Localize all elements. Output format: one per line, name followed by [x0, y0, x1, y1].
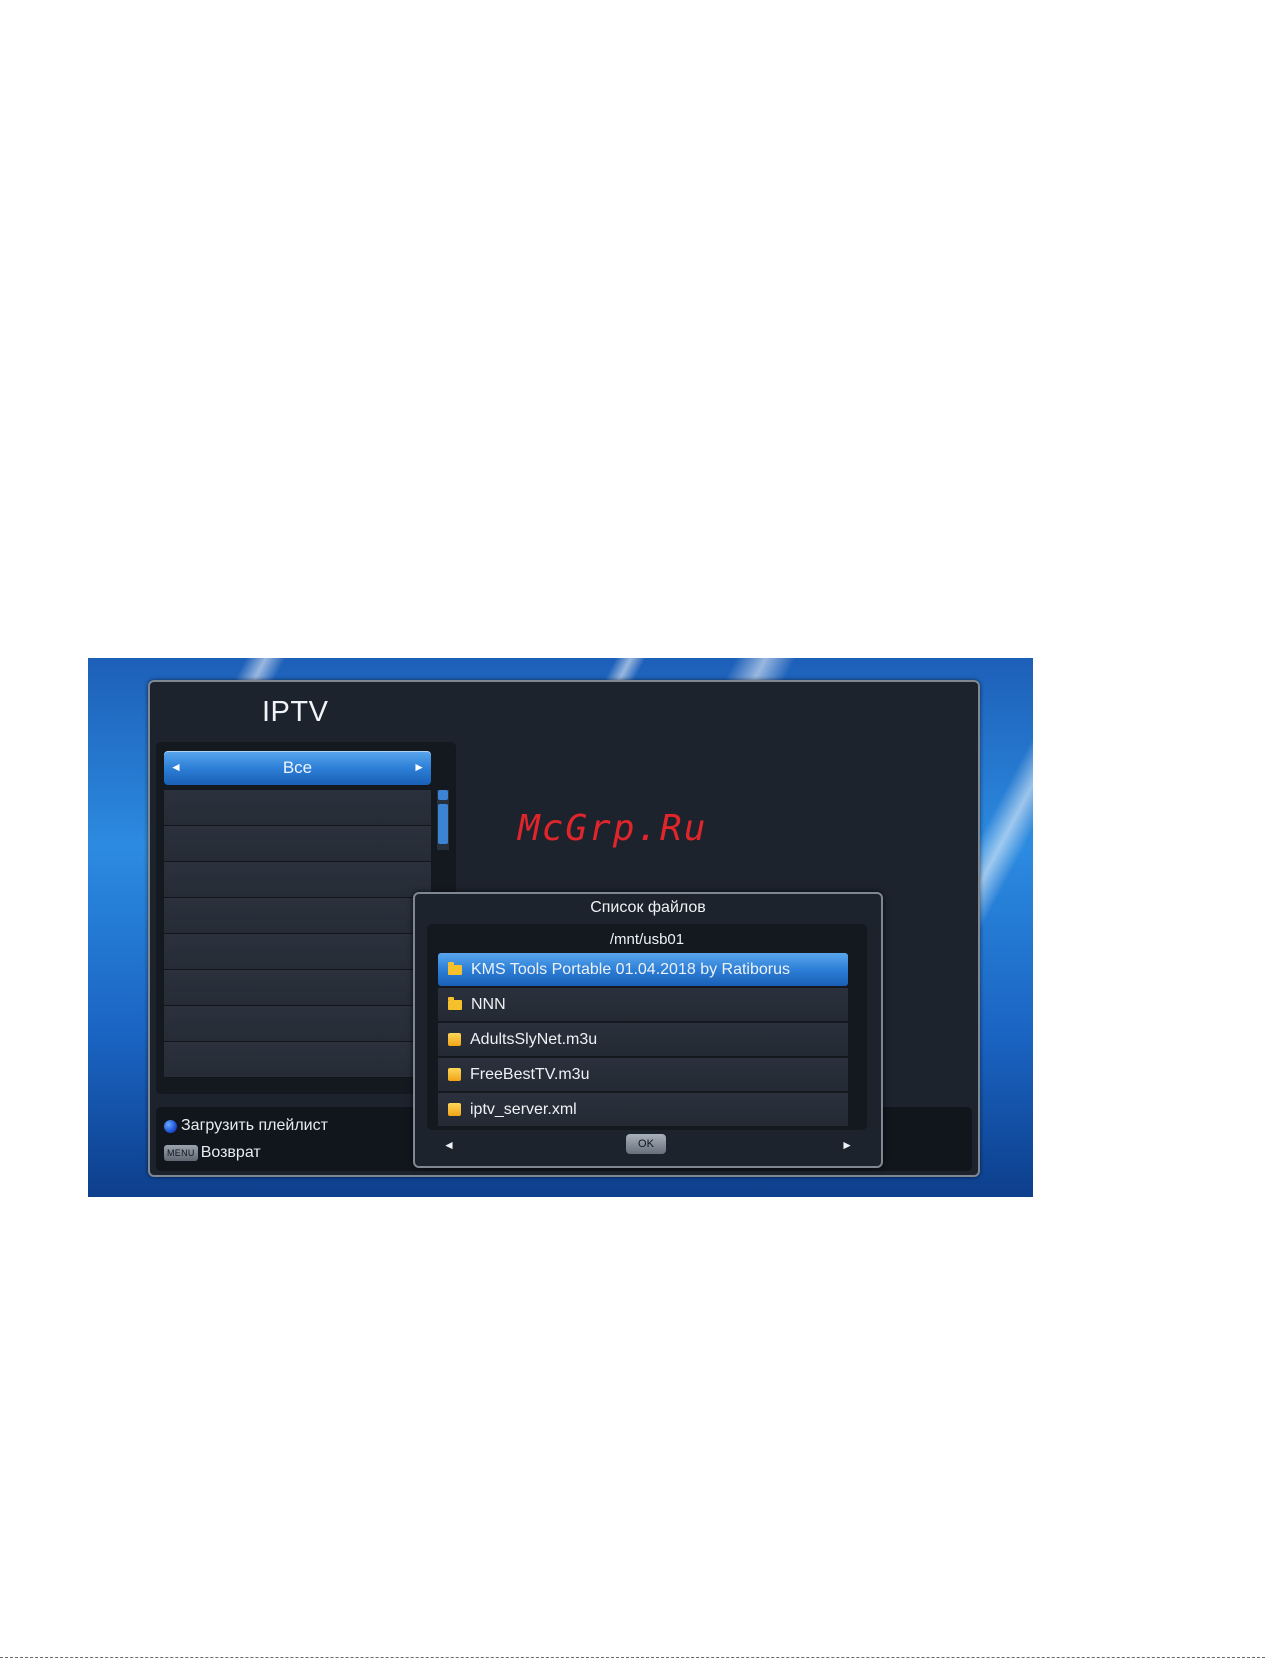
page-left-icon[interactable]: ◄: [443, 1138, 455, 1152]
channel-row[interactable]: [164, 898, 431, 934]
channel-row[interactable]: [164, 1042, 431, 1078]
group-selector[interactable]: ◄ Все ►: [164, 751, 431, 785]
file-name: NNN: [471, 995, 506, 1013]
group-selector-value: Все: [282, 758, 313, 777]
arrow-right-icon[interactable]: ►: [413, 760, 425, 774]
channel-row[interactable]: [164, 934, 431, 970]
file-list-dialog: Список файлов /mnt/usb01 KMS Tools Porta…: [413, 892, 883, 1168]
folder-icon: [448, 996, 462, 1010]
file-list-item[interactable]: AdultsSlyNet.m3u: [438, 1023, 848, 1056]
channel-row[interactable]: [164, 826, 431, 862]
channel-row[interactable]: [164, 790, 431, 826]
channel-list-box: ◄ Все ►: [156, 742, 456, 1094]
file-list-item[interactable]: KMS Tools Portable 01.04.2018 by Ratibor…: [438, 953, 848, 986]
page-bottom-rule: [0, 1657, 1265, 1658]
file-list-item[interactable]: iptv_server.xml: [438, 1093, 848, 1126]
file-list-item[interactable]: NNN: [438, 988, 848, 1021]
hint-load-playlist[interactable]: Загрузить плейлист: [164, 1117, 328, 1135]
watermark: McGrp.Ru: [518, 808, 708, 849]
scroll-up-icon[interactable]: [438, 790, 448, 800]
hint-back[interactable]: MENU Возврат: [164, 1144, 261, 1162]
file-list-box: /mnt/usb01 KMS Tools Portable 01.04.2018…: [427, 924, 867, 1130]
page-title: IPTV: [262, 696, 329, 728]
file-icon: [448, 1033, 461, 1046]
file-name: KMS Tools Portable 01.04.2018 by Ratibor…: [471, 960, 791, 978]
file-icon: [448, 1103, 461, 1116]
channel-row[interactable]: [164, 862, 431, 898]
channel-row[interactable]: [164, 1006, 431, 1042]
file-name: iptv_server.xml: [470, 1100, 577, 1118]
file-name: FreeBestTV.m3u: [470, 1065, 590, 1083]
page-right-icon[interactable]: ►: [841, 1138, 853, 1152]
folder-icon: [448, 961, 462, 975]
dialog-title: Список файлов: [590, 899, 706, 916]
channel-row[interactable]: [164, 970, 431, 1006]
hint-load-playlist-label: Загрузить плейлист: [181, 1117, 328, 1134]
menu-key-icon: MENU: [164, 1145, 198, 1161]
channel-list: [164, 790, 431, 1078]
scroll-thumb[interactable]: [438, 804, 448, 844]
file-icon: [448, 1068, 461, 1081]
ok-button[interactable]: OK: [626, 1134, 666, 1154]
dialog-nav: ◄ OK ►: [415, 1134, 881, 1158]
file-name: AdultsSlyNet.m3u: [470, 1030, 598, 1048]
file-list-item[interactable]: FreeBestTV.m3u: [438, 1058, 848, 1091]
tv-screen: IPTV ◄ Все ► McGrp.Ru Загрузить плейлист…: [88, 658, 1033, 1197]
scrollbar[interactable]: [437, 790, 449, 850]
current-path: /mnt/usb01: [609, 931, 685, 948]
hint-back-label: Возврат: [200, 1144, 261, 1161]
blue-button-icon: [164, 1119, 177, 1133]
file-list: KMS Tools Portable 01.04.2018 by Ratibor…: [438, 953, 848, 1128]
